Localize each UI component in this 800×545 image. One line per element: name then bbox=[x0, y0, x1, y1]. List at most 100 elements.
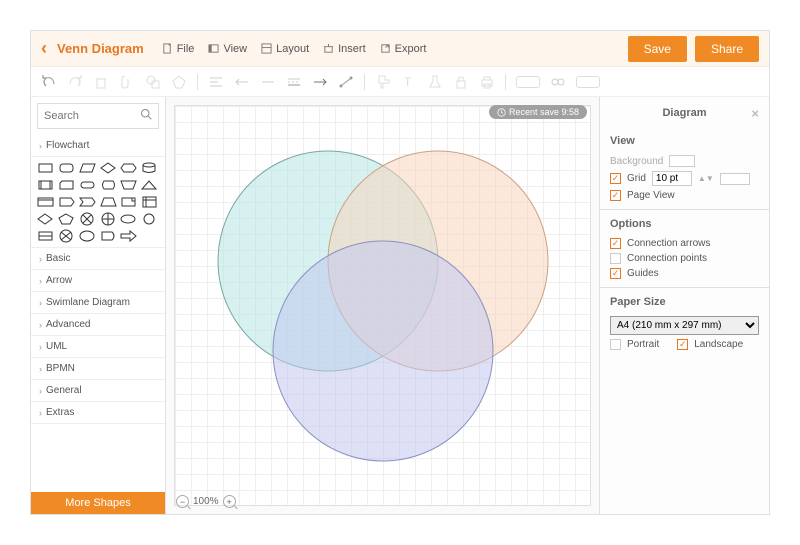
print-icon[interactable] bbox=[479, 74, 495, 90]
shape-storage[interactable] bbox=[141, 195, 158, 209]
svg-text:T: T bbox=[404, 75, 412, 89]
category-arrow[interactable]: Arrow bbox=[31, 270, 165, 292]
landscape-checkbox[interactable] bbox=[677, 339, 688, 350]
venn-circle-c[interactable] bbox=[273, 241, 493, 461]
shape-pentagon-sm[interactable] bbox=[58, 212, 75, 226]
size-pill-1[interactable] bbox=[516, 76, 540, 88]
connector-icon[interactable] bbox=[338, 74, 354, 90]
conn-points-checkbox[interactable] bbox=[610, 253, 621, 264]
shape-process[interactable] bbox=[37, 178, 54, 192]
share-button[interactable]: Share bbox=[695, 36, 759, 62]
shape-step[interactable] bbox=[79, 195, 96, 209]
insert-icon bbox=[323, 43, 334, 54]
shape-parallelogram[interactable] bbox=[79, 161, 96, 175]
shape-cylinder[interactable] bbox=[141, 161, 158, 175]
more-shapes-button[interactable]: More Shapes bbox=[31, 492, 165, 514]
top-bar: ‹ Venn Diagram File View Layout Insert E… bbox=[31, 31, 769, 67]
shape-icon[interactable] bbox=[145, 74, 161, 90]
shape-bullet[interactable] bbox=[100, 229, 117, 243]
shape-roundrect[interactable] bbox=[58, 161, 75, 175]
zoom-in-icon[interactable]: + bbox=[223, 495, 236, 508]
undo-icon[interactable] bbox=[41, 74, 57, 90]
pentagon-icon[interactable] bbox=[171, 74, 187, 90]
align-icon[interactable] bbox=[208, 74, 224, 90]
export-icon bbox=[380, 43, 391, 54]
paint-icon[interactable] bbox=[375, 74, 391, 90]
search-icon bbox=[140, 107, 152, 125]
category-basic[interactable]: Basic bbox=[31, 248, 165, 270]
shape-cross-circle[interactable] bbox=[58, 229, 75, 243]
category-bpmn[interactable]: BPMN bbox=[31, 358, 165, 380]
shape-diamond[interactable] bbox=[100, 161, 117, 175]
shape-or[interactable] bbox=[100, 212, 117, 226]
menu-export[interactable]: Export bbox=[380, 43, 427, 55]
menu-file-label: File bbox=[177, 43, 195, 55]
clock-icon bbox=[497, 108, 506, 117]
shape-sum[interactable] bbox=[79, 212, 96, 226]
grid-checkbox[interactable] bbox=[610, 173, 621, 184]
shape-manual[interactable] bbox=[120, 178, 137, 192]
shape-terminator[interactable] bbox=[79, 178, 96, 192]
search-input[interactable] bbox=[44, 110, 140, 122]
shape-note[interactable] bbox=[120, 195, 137, 209]
link-icon[interactable] bbox=[550, 74, 566, 90]
shape-rhombus[interactable] bbox=[37, 212, 54, 226]
shape-door[interactable] bbox=[37, 229, 54, 243]
category-uml[interactable]: UML bbox=[31, 336, 165, 358]
text-icon[interactable]: T bbox=[401, 74, 417, 90]
line-icon[interactable] bbox=[260, 74, 276, 90]
save-button[interactable]: Save bbox=[628, 36, 687, 62]
menu-view-label: View bbox=[223, 43, 247, 55]
line-style-icon[interactable] bbox=[286, 74, 302, 90]
grid-color-swatch[interactable] bbox=[720, 173, 750, 185]
arrow-right-icon[interactable] bbox=[312, 74, 328, 90]
redo-icon[interactable] bbox=[67, 74, 83, 90]
shape-oval[interactable] bbox=[79, 229, 96, 243]
shape-circle[interactable] bbox=[141, 212, 158, 226]
papersize-select[interactable]: A4 (210 mm x 297 mm) bbox=[610, 316, 759, 335]
menu-insert[interactable]: Insert bbox=[323, 43, 366, 55]
size-pill-2[interactable] bbox=[576, 76, 600, 88]
venn-diagram[interactable] bbox=[213, 136, 553, 476]
menu-layout[interactable]: Layout bbox=[261, 43, 309, 55]
grid-size-input[interactable] bbox=[652, 171, 692, 186]
layout-icon bbox=[261, 43, 272, 54]
view-section-title: View bbox=[610, 135, 759, 147]
arrow-left-icon[interactable] bbox=[234, 74, 250, 90]
conn-points-label: Connection points bbox=[627, 253, 707, 264]
menu-view[interactable]: View bbox=[208, 43, 247, 55]
menu-file[interactable]: File bbox=[162, 43, 195, 55]
shape-triangle[interactable] bbox=[141, 178, 158, 192]
delete-icon[interactable] bbox=[93, 74, 109, 90]
shape-arrow[interactable] bbox=[120, 229, 137, 243]
category-swimlane[interactable]: Swimlane Diagram bbox=[31, 292, 165, 314]
portrait-checkbox[interactable] bbox=[610, 339, 621, 350]
shape-display[interactable] bbox=[100, 178, 117, 192]
shape-trapezoid[interactable] bbox=[100, 195, 117, 209]
zoom-out-icon[interactable]: − bbox=[176, 495, 189, 508]
canvas[interactable]: Recent save 9:58 − 100% + bbox=[166, 97, 599, 514]
back-button[interactable]: ‹ bbox=[41, 38, 47, 59]
category-extras[interactable]: Extras bbox=[31, 402, 165, 424]
shape-subprocess[interactable] bbox=[37, 195, 54, 209]
search-box[interactable] bbox=[37, 103, 159, 129]
flowchart-shapes bbox=[31, 157, 165, 248]
shape-rect[interactable] bbox=[37, 161, 54, 175]
file-icon bbox=[162, 43, 173, 54]
category-flowchart[interactable]: Flowchart bbox=[31, 135, 165, 157]
flask-icon[interactable] bbox=[427, 74, 443, 90]
shape-ellipse[interactable] bbox=[120, 212, 137, 226]
properties-panel: Diagram × View Background Grid ▲▼ Page V… bbox=[599, 97, 769, 514]
shape-hexagon[interactable] bbox=[120, 161, 137, 175]
category-advanced[interactable]: Advanced bbox=[31, 314, 165, 336]
guides-checkbox[interactable] bbox=[610, 268, 621, 279]
attach-icon[interactable] bbox=[119, 74, 135, 90]
pageview-checkbox[interactable] bbox=[610, 190, 621, 201]
conn-arrows-checkbox[interactable] bbox=[610, 238, 621, 249]
background-swatch[interactable] bbox=[669, 155, 695, 167]
shape-card[interactable] bbox=[58, 178, 75, 192]
lock-icon[interactable] bbox=[453, 74, 469, 90]
close-icon[interactable]: × bbox=[751, 106, 759, 121]
shape-tag[interactable] bbox=[58, 195, 75, 209]
category-general[interactable]: General bbox=[31, 380, 165, 402]
